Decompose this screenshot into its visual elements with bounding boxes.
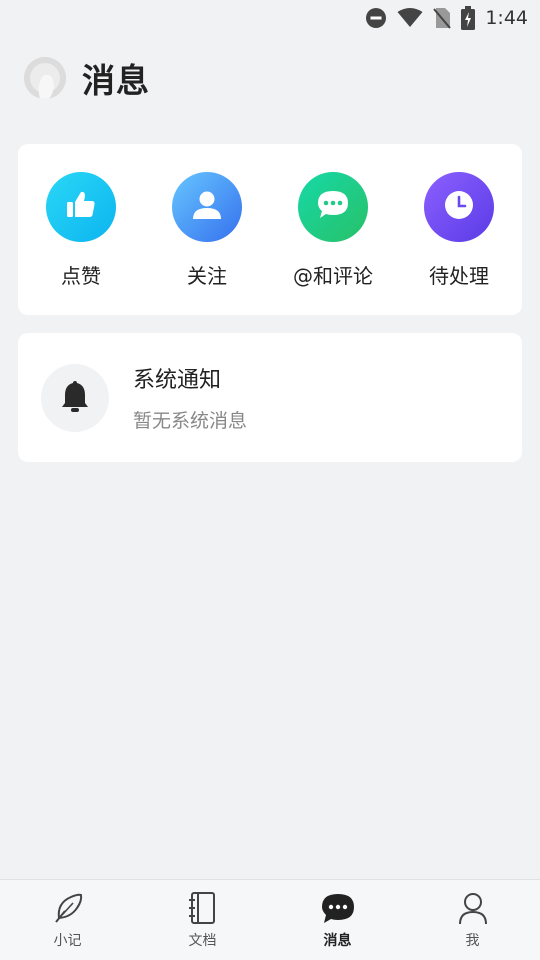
chat-icon bbox=[315, 188, 351, 226]
tab-docs-label: 文档 bbox=[188, 933, 217, 949]
likes-label: 点赞 bbox=[61, 264, 101, 288]
follow-label: 关注 bbox=[187, 264, 227, 288]
bell-icon bbox=[58, 378, 92, 418]
tab-notes[interactable]: 小记 bbox=[0, 880, 135, 960]
mentions-label: @和评论 bbox=[293, 264, 373, 288]
battery-charging-icon bbox=[461, 6, 476, 30]
pending-label: 待处理 bbox=[429, 264, 489, 288]
no-sim-icon bbox=[433, 7, 452, 29]
follow-action[interactable]: 关注 bbox=[152, 144, 262, 289]
pending-circle bbox=[424, 172, 494, 242]
clock-icon bbox=[442, 188, 476, 226]
tab-messages-label: 消息 bbox=[323, 933, 352, 949]
feather-icon bbox=[51, 890, 85, 926]
tab-notes-label: 小记 bbox=[53, 933, 82, 949]
bell-icon-wrapper bbox=[41, 363, 109, 432]
pending-action[interactable]: 待处理 bbox=[404, 144, 514, 289]
mentions-action[interactable]: @和评论 bbox=[278, 144, 388, 289]
do-not-disturb-icon bbox=[365, 7, 387, 29]
likes-circle bbox=[46, 172, 116, 242]
tab-messages[interactable]: 消息 bbox=[270, 880, 405, 960]
system-notice-card[interactable]: 系统通知 暂无系统消息 bbox=[18, 333, 522, 462]
person-icon bbox=[457, 890, 489, 926]
thumbs-up-icon bbox=[64, 188, 98, 226]
quick-actions-card: 点赞 关注 @和评论 待处理 bbox=[18, 144, 522, 315]
tab-me[interactable]: 我 bbox=[405, 880, 540, 960]
wifi-icon bbox=[397, 8, 423, 28]
page-header: 消息 bbox=[24, 56, 150, 100]
likes-action[interactable]: 点赞 bbox=[26, 144, 136, 289]
notice-title: 系统通知 bbox=[133, 368, 222, 393]
user-icon bbox=[190, 188, 224, 226]
status-time: 1:44 bbox=[485, 7, 528, 29]
notebook-icon bbox=[187, 890, 219, 926]
bottom-tab-bar: 小记 文档 消息 我 bbox=[0, 879, 540, 960]
tab-docs[interactable]: 文档 bbox=[135, 880, 270, 960]
notice-text: 系统通知 暂无系统消息 bbox=[133, 362, 247, 433]
follow-circle bbox=[172, 172, 242, 242]
page-title: 消息 bbox=[82, 61, 150, 100]
avatar[interactable] bbox=[24, 57, 66, 99]
mentions-circle bbox=[298, 172, 368, 242]
message-icon bbox=[320, 890, 356, 926]
notice-subtitle: 暂无系统消息 bbox=[133, 410, 248, 432]
status-bar: 1:44 bbox=[0, 0, 540, 36]
status-icons: 1:44 bbox=[365, 5, 528, 31]
tab-me-label: 我 bbox=[465, 933, 480, 949]
